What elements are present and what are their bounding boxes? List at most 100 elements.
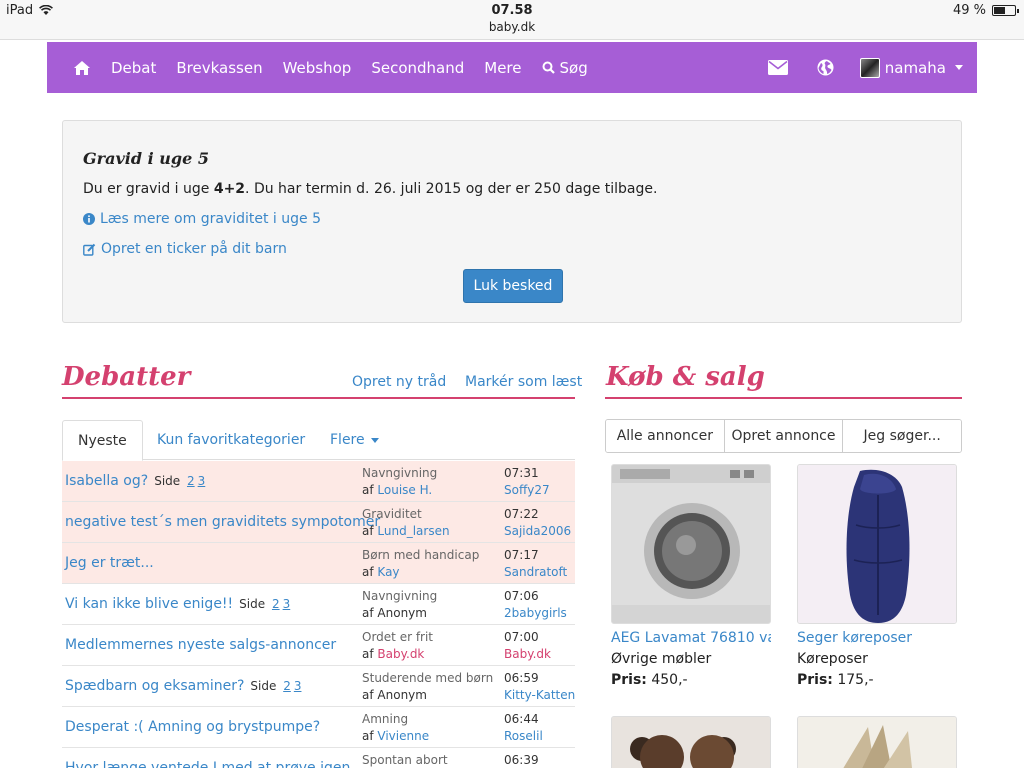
price-value: 450,- bbox=[651, 672, 688, 688]
thread-link[interactable]: Hvor længe ventede I med at prøve igen bbox=[65, 760, 350, 768]
product-image-footmuff[interactable] bbox=[797, 464, 957, 624]
author-link[interactable]: Lund_larsen bbox=[377, 524, 449, 538]
nav-globe[interactable] bbox=[802, 42, 850, 93]
thread-category[interactable]: Spontan abort bbox=[362, 753, 448, 767]
thread-author: af Anonym bbox=[362, 688, 427, 702]
thread-category[interactable]: Amning bbox=[362, 712, 408, 726]
avatar bbox=[859, 57, 880, 78]
tab-nyeste[interactable]: Nyeste bbox=[62, 420, 143, 461]
thread-link[interactable]: Desperat :( Amning og brystpumpe? bbox=[65, 719, 320, 735]
tab-more[interactable]: Flere bbox=[315, 420, 394, 461]
mark-read-link[interactable]: Markér som læst bbox=[465, 374, 582, 390]
thread-author: af Lund_larsen bbox=[362, 524, 450, 538]
price-label: Pris: bbox=[611, 672, 647, 688]
thread-time: 06:39 bbox=[504, 753, 539, 767]
product-card[interactable]: AEG Lavamat 76810 vaskemaskine Øvrige mø… bbox=[611, 464, 771, 688]
last-poster-link[interactable]: Sajida2006 bbox=[504, 524, 571, 538]
thread-title: Hvor længe ventede I med at prøve igen bbox=[65, 760, 350, 768]
nav-user-menu[interactable]: namaha bbox=[850, 42, 963, 93]
thread-category[interactable]: Graviditet bbox=[362, 507, 422, 521]
author-name: Anonym bbox=[377, 606, 427, 620]
thread-time: 07:22 bbox=[504, 507, 539, 521]
all-ads-button[interactable]: Alle annoncer bbox=[606, 420, 725, 452]
author-name: Anonym bbox=[377, 688, 427, 702]
thread-category[interactable]: Navngivning bbox=[362, 589, 437, 603]
nav-secondhand[interactable]: Secondhand bbox=[361, 42, 474, 93]
nav-search[interactable]: Søg bbox=[532, 42, 598, 93]
thread-pages: Side 23 bbox=[239, 597, 290, 611]
product-price: Pris: 450,- bbox=[611, 672, 771, 688]
close-message-button[interactable]: Luk besked bbox=[463, 269, 563, 303]
address-bar-url[interactable]: baby.dk bbox=[0, 20, 1024, 34]
debate-list: Isabella og? Side 23 Navngivning af Louis… bbox=[62, 461, 575, 768]
author-link[interactable]: Baby.dk bbox=[377, 647, 424, 661]
thread-link[interactable]: Medlemmernes nyeste salgs-annoncer bbox=[65, 637, 336, 653]
last-poster-link[interactable]: Kitty-Katten bbox=[504, 688, 575, 702]
thread-category[interactable]: Børn med handicap bbox=[362, 548, 479, 562]
panel-week: 4+2 bbox=[213, 181, 246, 197]
page-link[interactable]: 2 bbox=[187, 474, 195, 488]
last-poster-link[interactable]: Baby.dk bbox=[504, 647, 551, 661]
thread-title: Jeg er træt... bbox=[65, 555, 154, 571]
thread-link[interactable]: Vi kan ikke blive enige!! bbox=[65, 596, 233, 612]
nav-mere[interactable]: Mere bbox=[474, 42, 531, 93]
read-more-link[interactable]: Læs mere om graviditet i uge 5 bbox=[83, 211, 321, 227]
last-poster-link[interactable]: Sandratoft bbox=[504, 565, 567, 579]
thread-link[interactable]: Jeg er træt... bbox=[65, 555, 154, 571]
thread-link[interactable]: Spædbarn og eksaminer? bbox=[65, 678, 244, 694]
caret-down-icon bbox=[370, 437, 379, 443]
nav-webshop[interactable]: Webshop bbox=[273, 42, 362, 93]
create-ticker-label: Opret en ticker på dit barn bbox=[101, 241, 287, 257]
page-link[interactable]: 3 bbox=[294, 679, 302, 693]
table-row: Hvor længe ventede I med at prøve igen S… bbox=[62, 748, 575, 768]
thread-author: af Louise H. bbox=[362, 483, 432, 497]
page-link[interactable]: 2 bbox=[272, 597, 280, 611]
product-title[interactable]: Seger køreposer bbox=[797, 630, 957, 646]
wanted-button[interactable]: Jeg søger... bbox=[843, 420, 961, 452]
by-prefix: af bbox=[362, 565, 374, 579]
price-value: 175,- bbox=[837, 672, 874, 688]
thread-category[interactable]: Navngivning bbox=[362, 466, 437, 480]
thread-pages: Side 23 bbox=[250, 679, 301, 693]
thread-title: Isabella og? Side 23 bbox=[65, 473, 205, 489]
author-link[interactable]: Kay bbox=[377, 565, 399, 579]
nav-messages[interactable] bbox=[754, 42, 802, 93]
create-ticker-link[interactable]: Opret en ticker på dit barn bbox=[83, 241, 287, 257]
page-link[interactable]: 2 bbox=[283, 679, 291, 693]
product-image-teddy-bears[interactable] bbox=[611, 716, 771, 768]
author-link[interactable]: Louise H. bbox=[377, 483, 432, 497]
page-link[interactable]: 3 bbox=[198, 474, 206, 488]
product-title[interactable]: AEG Lavamat 76810 vaskemaskine bbox=[611, 630, 771, 646]
by-prefix: af bbox=[362, 729, 374, 743]
by-prefix: af bbox=[362, 483, 374, 497]
thread-link[interactable]: negative test´s men graviditets sympotom… bbox=[65, 514, 380, 530]
status-right: 49 % bbox=[953, 3, 1019, 18]
new-thread-link[interactable]: Opret ny tråd bbox=[352, 374, 446, 390]
create-ad-button[interactable]: Opret annonce bbox=[724, 420, 844, 452]
caret-down-icon bbox=[955, 65, 963, 70]
product-image-washing-machine[interactable] bbox=[611, 464, 771, 624]
last-poster-link[interactable]: Soffy27 bbox=[504, 483, 550, 497]
read-more-label: Læs mere om graviditet i uge 5 bbox=[100, 211, 321, 227]
product-price: Pris: 175,- bbox=[797, 672, 957, 688]
thread-title: Spædbarn og eksaminer? Side 23 bbox=[65, 678, 301, 694]
tab-favorites[interactable]: Kun favoritkategorier bbox=[142, 420, 320, 461]
table-row: Jeg er træt... Børn med handicap af Kay … bbox=[62, 543, 575, 584]
last-poster-link[interactable]: Roselil bbox=[504, 729, 543, 743]
nav-home[interactable] bbox=[47, 42, 101, 93]
thread-pages: Side 23 bbox=[154, 474, 205, 488]
side-label: Side bbox=[239, 597, 266, 611]
thread-link[interactable]: Isabella og? bbox=[65, 473, 148, 489]
nav-debat[interactable]: Debat bbox=[101, 42, 166, 93]
product-card[interactable]: Seger køreposer Køreposer Pris: 175,- bbox=[797, 464, 957, 688]
last-poster-link[interactable]: 2babygirls bbox=[504, 606, 567, 620]
edit-icon bbox=[83, 243, 96, 256]
debates-heading: Debatter bbox=[62, 362, 191, 392]
product-image-books[interactable] bbox=[797, 716, 957, 768]
thread-category[interactable]: Studerende med børn bbox=[362, 671, 493, 685]
thread-category[interactable]: Ordet er frit bbox=[362, 630, 433, 644]
nav-brevkassen[interactable]: Brevkassen bbox=[166, 42, 272, 93]
table-row: negative test´s men graviditets sympotom… bbox=[62, 502, 575, 543]
page-link[interactable]: 3 bbox=[283, 597, 291, 611]
author-link[interactable]: Vivienne bbox=[377, 729, 429, 743]
